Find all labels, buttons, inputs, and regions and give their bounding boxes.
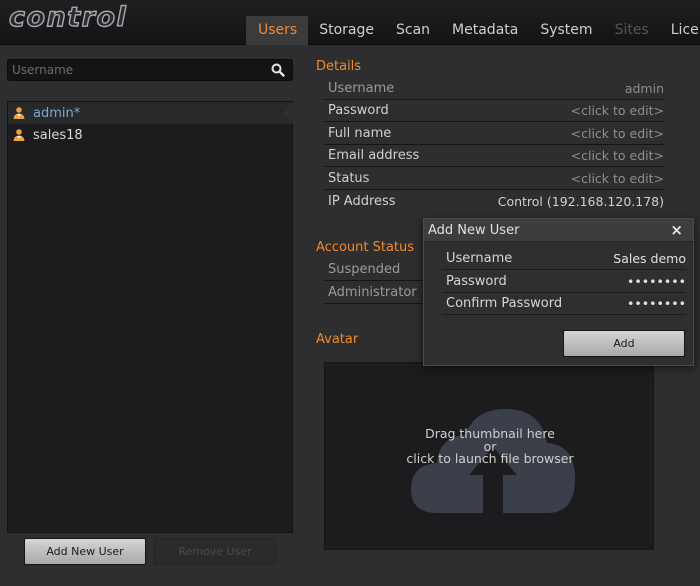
search-input[interactable] bbox=[12, 62, 262, 78]
dialog-row-confirm-password[interactable]: Confirm Password •••••••• bbox=[442, 293, 686, 315]
add-user-dialog: Add New User × Username Sales demo Passw… bbox=[423, 218, 694, 366]
add-button[interactable]: Add bbox=[563, 330, 685, 357]
tab-system[interactable]: System bbox=[529, 16, 603, 45]
dialog-label: Password bbox=[446, 274, 507, 289]
detail-row-full-name[interactable]: Full name <click to edit> bbox=[324, 123, 664, 145]
tab-users[interactable]: Users bbox=[246, 16, 309, 45]
dialog-label: Username bbox=[446, 251, 513, 266]
main-tabs: Users Storage Scan Metadata System Sites… bbox=[246, 16, 700, 45]
account-label: Administrator bbox=[328, 285, 417, 300]
password-field[interactable]: •••••••• bbox=[627, 274, 686, 289]
detail-label: Username bbox=[328, 81, 395, 96]
detail-value: Control (192.168.120.178) bbox=[497, 193, 664, 209]
tab-storage[interactable]: Storage bbox=[308, 16, 385, 45]
detail-label: Password bbox=[328, 103, 389, 118]
user-list: admin* sales18 bbox=[7, 101, 293, 533]
dialog-title: Add New User bbox=[428, 223, 520, 238]
close-icon[interactable]: × bbox=[670, 219, 683, 242]
username-field[interactable]: Sales demo bbox=[613, 251, 686, 266]
account-status-heading: Account Status bbox=[316, 240, 415, 255]
user-name: admin* bbox=[33, 105, 81, 121]
detail-row-username: Username admin bbox=[324, 78, 664, 100]
avatar-heading: Avatar bbox=[316, 332, 359, 347]
tab-sites: Sites bbox=[614, 22, 649, 38]
detail-value[interactable]: <click to edit> bbox=[571, 103, 664, 118]
app-logo: control bbox=[8, 1, 128, 33]
detail-value[interactable]: <click to edit> bbox=[571, 126, 664, 141]
search-icon[interactable] bbox=[271, 63, 285, 77]
top-bar: control Users Storage Scan Metadata Syst… bbox=[0, 0, 700, 45]
account-label: Suspended bbox=[328, 262, 401, 277]
detail-value[interactable]: <click to edit> bbox=[571, 171, 664, 186]
detail-row-password[interactable]: Password <click to edit> bbox=[324, 100, 664, 122]
detail-value[interactable]: <click to edit> bbox=[571, 148, 664, 163]
detail-label: Full name bbox=[328, 126, 392, 141]
detail-row-email[interactable]: Email address <click to edit> bbox=[324, 145, 664, 167]
dialog-row-username[interactable]: Username Sales demo bbox=[442, 248, 686, 270]
dialog-header: Add New User × bbox=[424, 219, 693, 242]
username-search bbox=[7, 59, 293, 81]
user-icon bbox=[13, 129, 25, 141]
user-name: sales18 bbox=[33, 127, 83, 143]
detail-label: Status bbox=[328, 171, 370, 186]
tab-licence[interactable]: Licence bbox=[660, 16, 700, 45]
detail-row-status[interactable]: Status <click to edit> bbox=[324, 168, 664, 190]
detail-value: admin bbox=[624, 81, 664, 96]
remove-user-button: Remove User bbox=[154, 538, 276, 565]
dropzone-text-browse: click to launch file browser bbox=[406, 451, 574, 466]
tab-scan[interactable]: Scan bbox=[385, 16, 441, 45]
detail-label: IP Address bbox=[328, 193, 396, 209]
list-item[interactable]: sales18 bbox=[8, 124, 292, 146]
avatar-dropzone[interactable]: Drag thumbnail here or click to launch f… bbox=[324, 362, 654, 550]
tab-metadata[interactable]: Metadata bbox=[441, 16, 529, 45]
list-item[interactable]: admin* bbox=[8, 102, 293, 124]
user-icon bbox=[13, 107, 25, 119]
detail-label: Email address bbox=[328, 148, 420, 163]
confirm-password-field[interactable]: •••••••• bbox=[627, 296, 686, 311]
dialog-label: Confirm Password bbox=[446, 296, 563, 311]
add-user-button[interactable]: Add New User bbox=[24, 538, 146, 565]
detail-row-ip-address: IP Address Control (192.168.120.178) bbox=[324, 190, 664, 212]
details-heading: Details bbox=[316, 59, 362, 74]
dialog-row-password[interactable]: Password •••••••• bbox=[442, 271, 686, 293]
